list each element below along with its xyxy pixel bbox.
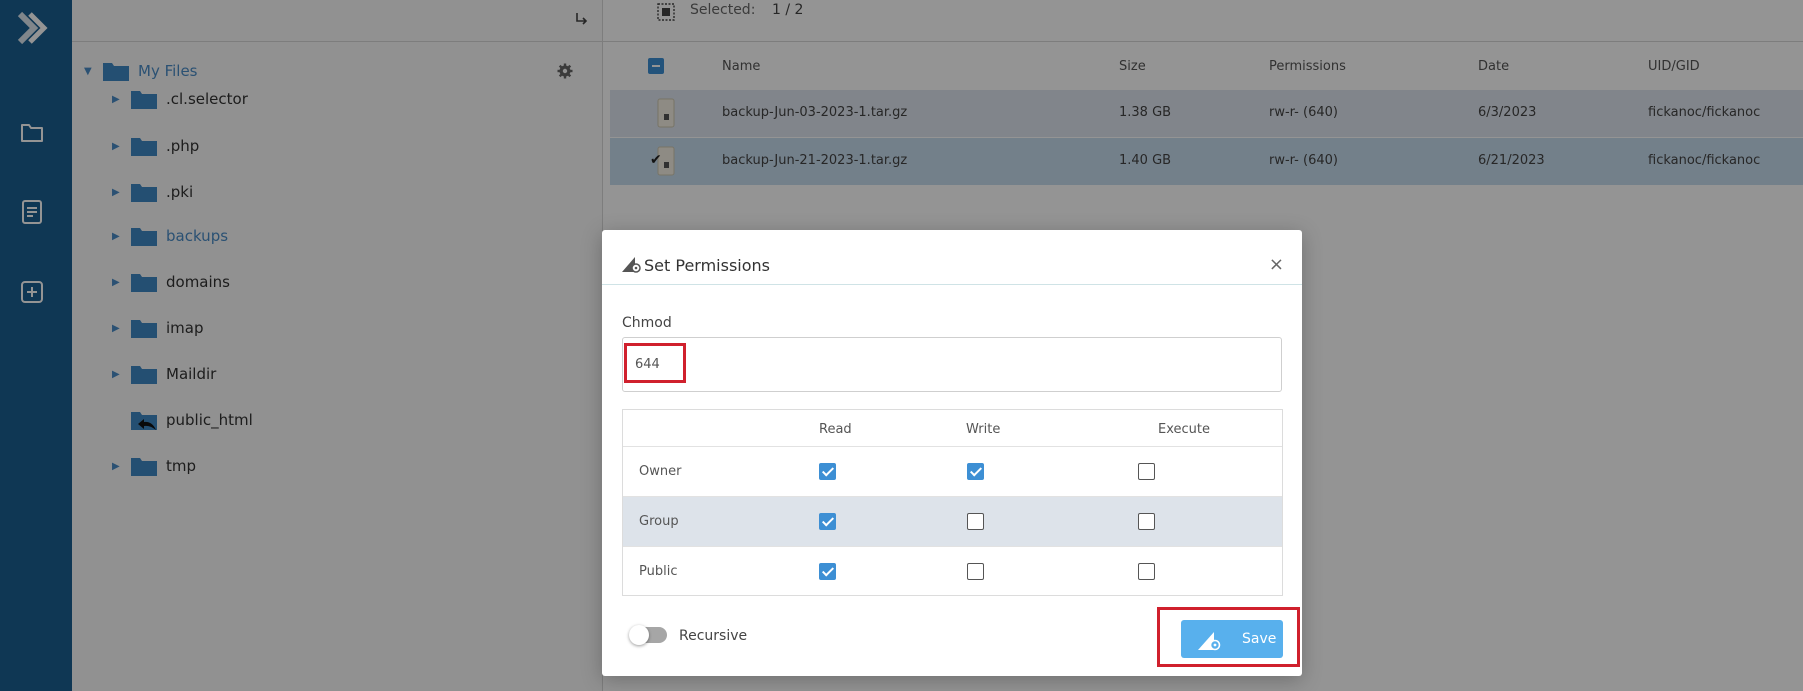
public-execute-checkbox[interactable]: [1138, 563, 1155, 580]
chmod-input[interactable]: [622, 337, 1282, 392]
recursive-label: Recursive: [679, 628, 748, 644]
perm-row-label: Group: [639, 514, 679, 529]
public-write-checkbox[interactable]: [967, 563, 984, 580]
owner-execute-checkbox[interactable]: [1138, 463, 1155, 480]
perm-row-public: Public: [623, 546, 1282, 596]
permissions-icon: [622, 257, 641, 273]
group-execute-checkbox[interactable]: [1138, 513, 1155, 530]
owner-write-checkbox[interactable]: [967, 463, 984, 480]
dialog-title: Set Permissions: [644, 256, 770, 275]
save-button[interactable]: Save: [1181, 620, 1283, 658]
perm-header-read: Read: [819, 422, 852, 437]
perm-row-label: Public: [639, 564, 678, 579]
permissions-icon: [1198, 632, 1221, 651]
save-label: Save: [1242, 631, 1277, 647]
perm-header-execute: Execute: [1158, 422, 1210, 437]
dialog-header: Set Permissions ×: [602, 230, 1302, 285]
group-write-checkbox[interactable]: [967, 513, 984, 530]
perm-header-write: Write: [966, 422, 1001, 437]
group-read-checkbox[interactable]: [819, 513, 836, 530]
perm-row-group: Group: [623, 496, 1282, 546]
close-button[interactable]: ×: [1269, 254, 1284, 275]
perm-row-owner: Owner: [623, 446, 1282, 496]
chmod-label: Chmod: [622, 315, 672, 331]
public-read-checkbox[interactable]: [819, 563, 836, 580]
set-permissions-dialog: Set Permissions × Chmod Read Write Execu…: [602, 230, 1302, 676]
perm-row-label: Owner: [639, 464, 682, 479]
owner-read-checkbox[interactable]: [819, 463, 836, 480]
permissions-table: Read Write Execute Owner Group Public: [622, 409, 1283, 596]
recursive-toggle[interactable]: [629, 625, 667, 645]
